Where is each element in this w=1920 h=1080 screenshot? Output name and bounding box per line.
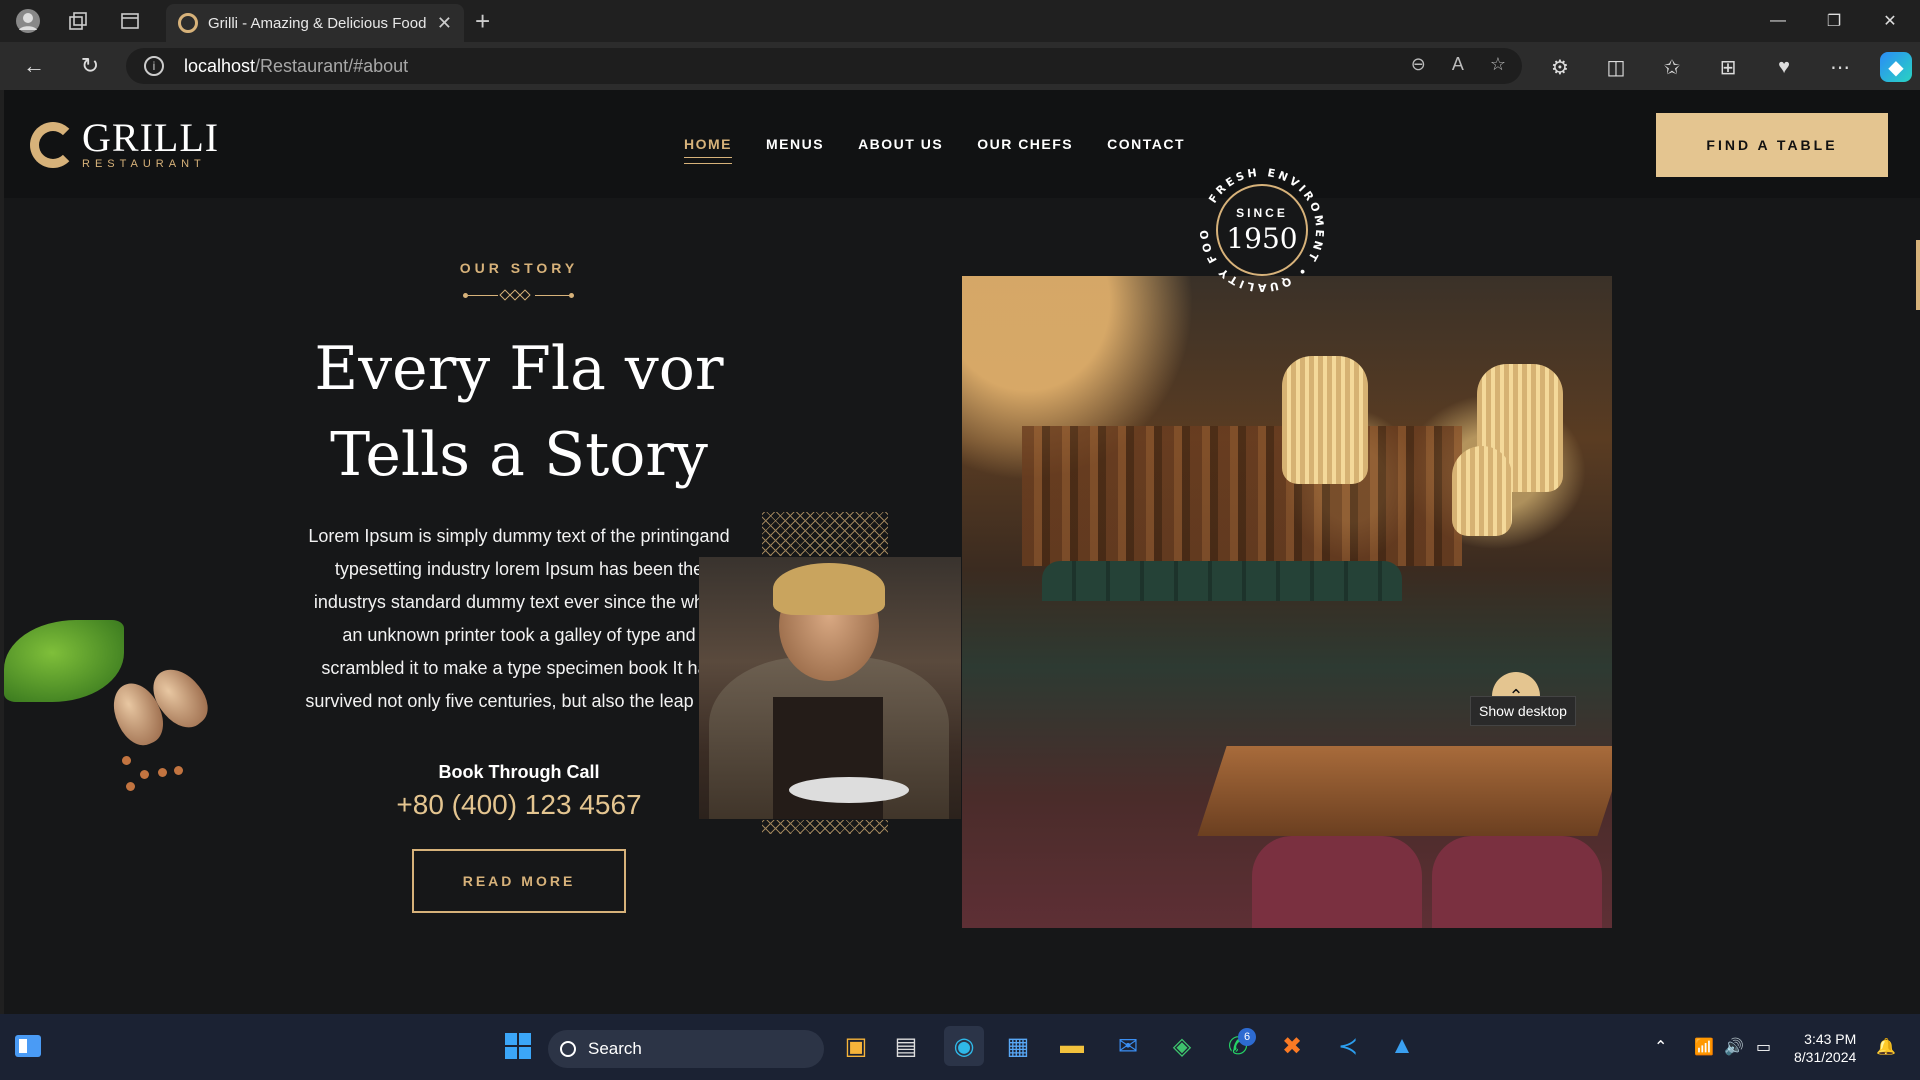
whatsapp-notification-badge: 6 <box>1238 1028 1256 1046</box>
ornament-divider <box>463 289 575 302</box>
nav-about-us[interactable]: ABOUT US <box>858 136 943 152</box>
vscode-icon[interactable]: ≺ <box>1328 1026 1368 1066</box>
app-icon[interactable]: ◈ <box>1162 1026 1202 1066</box>
windows-taskbar: Search ▣ ▤ ◉ ▦ ▬ ✉ ◈ ✆ 6 ✖ ≺ ▲ ⌃ 📶 🔊 ▭ 3… <box>0 1014 1920 1080</box>
minimize-icon[interactable]: — <box>1750 0 1806 42</box>
extensions-icon[interactable]: ⚙ <box>1546 54 1574 80</box>
browser-essentials-icon[interactable]: ♥ <box>1770 54 1798 80</box>
peppercorn-image <box>174 766 183 775</box>
story-paragraph: Lorem Ipsum is simply dummy text of the … <box>305 526 733 711</box>
restaurant-interior-image <box>962 276 1612 928</box>
title-line-2: Tells a Story <box>330 420 708 490</box>
read-aloud-icon[interactable]: A <box>1452 54 1464 75</box>
file-explorer-icon[interactable]: ▬ <box>1052 1026 1092 1066</box>
logo-mark-icon <box>30 122 76 168</box>
nav-our-chefs[interactable]: OUR CHEFS <box>977 136 1073 152</box>
search-label: Search <box>588 1039 642 1058</box>
taskbar-search[interactable]: Search <box>548 1030 824 1068</box>
badge-since-label: SINCE <box>1236 205 1288 220</box>
task-view-icon[interactable]: ▤ <box>886 1026 926 1066</box>
our-story-section: OUR STORY Every Fla vor Tells a Story Lo… <box>284 260 754 913</box>
nav-contact[interactable]: CONTACT <box>1107 136 1185 152</box>
restore-icon[interactable]: ❐ <box>1806 0 1862 42</box>
peppercorn-image <box>140 770 149 779</box>
widgets-icon[interactable] <box>8 1026 48 1066</box>
start-icon[interactable] <box>498 1026 538 1066</box>
system-clock[interactable]: 3:43 PM 8/31/2024 <box>1794 1030 1856 1066</box>
peppercorn-image <box>158 768 167 777</box>
battery-icon[interactable]: ▭ <box>1756 1014 1771 1080</box>
store-icon[interactable]: ▦ <box>998 1026 1038 1066</box>
logo-name: GRILLI <box>82 115 220 160</box>
site-info-icon[interactable]: i <box>144 56 164 76</box>
title-line-1: Every Fla vor <box>314 334 724 404</box>
chef-plating-image <box>699 557 961 819</box>
decorative-pattern <box>762 820 888 834</box>
favorites-icon[interactable]: ✩ <box>1658 54 1686 80</box>
search-icon <box>560 1041 576 1057</box>
find-a-table-button[interactable]: FIND A TABLE <box>1656 113 1888 177</box>
copilot-icon[interactable]: ◆ <box>1880 52 1912 82</box>
badge-year: 1950 <box>1226 221 1298 255</box>
url-host: localhost <box>184 55 256 76</box>
url-field[interactable]: i localhost/Restaurant/#about ⊖ A ☆ <box>126 48 1522 84</box>
notifications-icon[interactable]: 🔔 <box>1876 1014 1896 1080</box>
refresh-icon[interactable]: ↻ <box>72 50 108 82</box>
photos-icon[interactable]: ▲ <box>1382 1026 1422 1066</box>
page-scrollbar[interactable] <box>1916 240 1920 310</box>
show-hidden-icons[interactable]: ⌃ <box>1654 1014 1667 1080</box>
more-icon[interactable]: ⋯ <box>1826 54 1854 80</box>
show-desktop-tooltip: Show desktop <box>1470 696 1576 726</box>
peppercorn-image <box>122 756 131 765</box>
decorative-pattern <box>762 512 888 556</box>
read-more-button[interactable]: READ MORE <box>412 849 626 913</box>
close-window-icon[interactable]: ✕ <box>1862 0 1918 42</box>
logo-subtitle: RESTAURANT <box>82 158 206 170</box>
site-header: GRILLI RESTAURANT HOME MENUS ABOUT US OU… <box>4 90 1920 198</box>
clock-date: 8/31/2024 <box>1794 1049 1857 1065</box>
section-subtitle: OUR STORY <box>459 260 579 276</box>
phone-number[interactable]: +80 (400) 123 4567 <box>284 789 754 821</box>
since-1950-badge: FRESH ENVIROMENT • QUALITY FOOD • SINCE … <box>1200 168 1324 292</box>
profile-icon[interactable] <box>8 1 48 41</box>
close-tab-icon[interactable]: ✕ <box>437 13 452 34</box>
new-tab-icon[interactable]: + <box>475 6 490 37</box>
section-title: Every Fla vor Tells a Story <box>284 326 754 498</box>
favorite-star-icon[interactable]: ☆ <box>1490 54 1506 75</box>
tab-title: Grilli - Amazing & Delicious Food <box>208 14 427 32</box>
browser-address-bar: ← ↻ i localhost/Restaurant/#about ⊖ A ☆ … <box>0 42 1920 90</box>
back-icon[interactable]: ← <box>16 50 52 82</box>
nav-home[interactable]: HOME <box>684 136 732 164</box>
clock-time: 3:43 PM <box>1804 1031 1857 1047</box>
main-nav: HOME MENUS ABOUT US OUR CHEFS CONTACT <box>684 136 1185 164</box>
web-page: GRILLI RESTAURANT HOME MENUS ABOUT US OU… <box>4 90 1920 1014</box>
url-path: /Restaurant/#about <box>255 55 409 76</box>
workspaces-icon[interactable] <box>58 1 98 41</box>
edge-icon[interactable]: ◉ <box>944 1026 984 1066</box>
zoom-icon[interactable]: ⊖ <box>1411 54 1426 75</box>
wifi-icon[interactable]: 📶 <box>1694 1014 1714 1080</box>
volume-icon[interactable]: 🔊 <box>1724 1014 1744 1080</box>
xampp-icon[interactable]: ✖ <box>1272 1026 1312 1066</box>
photoshop-icon[interactable]: ▣ <box>836 1026 876 1066</box>
basil-leaf-image <box>4 620 124 702</box>
nav-menus[interactable]: MENUS <box>766 136 824 152</box>
mail-icon[interactable]: ✉ <box>1108 1026 1148 1066</box>
split-screen-icon[interactable]: ◫ <box>1602 54 1630 80</box>
tab-actions-icon[interactable] <box>110 1 150 41</box>
book-through-call-label: Book Through Call <box>438 762 600 782</box>
browser-tab-active[interactable]: Grilli - Amazing & Delicious Food ✕ <box>166 4 464 42</box>
collections-icon[interactable]: ⊞ <box>1714 54 1742 80</box>
site-favicon-icon <box>178 13 198 33</box>
peppercorn-image <box>126 782 135 791</box>
browser-tab-bar: Grilli - Amazing & Delicious Food ✕ + — … <box>0 0 1920 42</box>
site-logo[interactable]: GRILLI RESTAURANT <box>30 115 220 170</box>
